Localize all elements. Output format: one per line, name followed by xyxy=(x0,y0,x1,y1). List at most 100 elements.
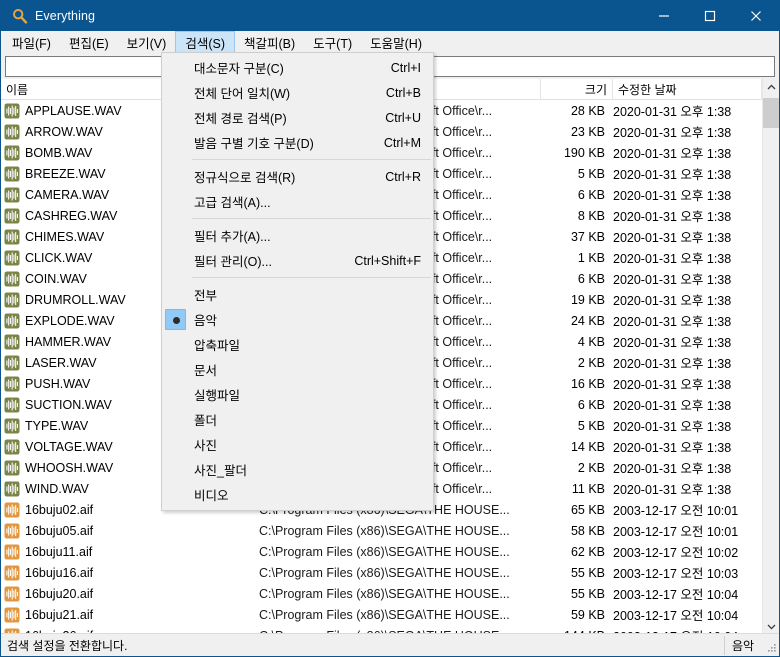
file-date-cell: 2020-01-31 오후 1:38 xyxy=(613,147,732,161)
maximize-button[interactable] xyxy=(687,1,733,31)
table-row[interactable]: 16buju21.aif C:\Program Files (x86)\SEGA\… xyxy=(1,604,779,625)
file-size-cell: 6 KB xyxy=(577,187,605,202)
menu-item[interactable]: 필터 추가(A)... xyxy=(162,223,433,248)
menu-help[interactable]: 도움말(H) xyxy=(361,31,431,53)
aif-audio-icon xyxy=(4,523,20,539)
file-name-label: 16buju16.aif xyxy=(25,565,94,580)
table-row[interactable]: 16buju11.aif C:\Program Files (x86)\SEGA\… xyxy=(1,541,779,562)
file-size-cell: 55 KB xyxy=(570,565,605,580)
menu-tools[interactable]: 도구(T) xyxy=(304,31,361,53)
file-path-cell: C:\Program Files (x86)\SEGA\THE HOUSE... xyxy=(259,523,510,538)
menu-item[interactable]: 실행파일 xyxy=(162,382,433,407)
search-menu-dropdown[interactable]: 대소문자 구분(C) Ctrl+I 전체 단어 일치(W) Ctrl+B 전체 경로 검… xyxy=(161,52,434,511)
file-name-cell[interactable]: 16buju20.aif xyxy=(4,583,249,604)
file-size-cell: 6 KB xyxy=(577,271,605,286)
menu-item-label: 전체 경로 검색(P) xyxy=(194,112,287,126)
file-name-cell[interactable]: 16buju21.aif xyxy=(4,604,249,625)
menu-item[interactable]: 전부 xyxy=(162,282,433,307)
file-date-cell: 2003-12-17 오전 10:04 xyxy=(613,588,739,602)
menu-item-label: 사진_팔더 xyxy=(194,464,247,478)
file-name-label: DRUMROLL.WAV xyxy=(25,292,126,307)
wav-audio-icon xyxy=(4,397,20,413)
menu-label: 책갈피(B) xyxy=(243,36,296,51)
file-date-cell: 2003-12-17 오전 10:01 xyxy=(613,525,739,539)
file-name-label: 16buju05.aif xyxy=(25,523,94,538)
file-date-cell: 2020-01-31 오후 1:38 xyxy=(613,462,732,476)
file-size-cell: 28 KB xyxy=(570,103,605,118)
menu-label: 도구(T) xyxy=(313,36,353,51)
file-name-cell[interactable]: 16buju11.aif xyxy=(4,541,249,562)
table-row[interactable]: 16buju05.aif C:\Program Files (x86)\SEGA\… xyxy=(1,520,779,541)
file-path-cell: C:\Program Files (x86)\SEGA\THE HOUSE... xyxy=(259,544,510,559)
window-controls xyxy=(641,1,779,31)
file-name-cell[interactable]: 16buju16.aif xyxy=(4,562,249,583)
menu-item-label: 사진 xyxy=(194,439,218,453)
file-size-cell: 59 KB xyxy=(570,607,605,622)
menu-item-shortcut: Ctrl+Shift+F xyxy=(354,253,421,268)
menu-file[interactable]: 파일(F) xyxy=(3,31,60,53)
file-name-label: 16buju11.aif xyxy=(25,544,93,559)
radio-empty-icon xyxy=(165,284,186,305)
resize-grip-icon[interactable] xyxy=(765,642,777,654)
status-filter: 음악 xyxy=(732,639,755,653)
radio-empty-icon xyxy=(165,250,186,271)
minimize-button[interactable] xyxy=(641,1,687,31)
file-date-cell: 2020-01-31 오후 1:38 xyxy=(613,231,732,245)
menu-item[interactable]: 폴더 xyxy=(162,407,433,432)
vertical-scrollbar[interactable] xyxy=(762,79,779,635)
menu-item-label: 필터 추가(A)... xyxy=(194,230,271,244)
table-row[interactable]: 16buju20.aif C:\Program Files (x86)\SEGA\… xyxy=(1,583,779,604)
file-size-cell: 190 KB xyxy=(563,145,605,160)
radio-empty-icon xyxy=(165,57,186,78)
menu-item[interactable]: 고급 검색(A)... xyxy=(162,189,433,214)
menu-item[interactable]: 발음 구별 기호 구분(D) Ctrl+M xyxy=(162,130,433,155)
file-date-cell: 2020-01-31 오후 1:38 xyxy=(613,126,732,140)
file-size-cell: 24 KB xyxy=(570,313,605,328)
menu-item-label: 대소문자 구분(C) xyxy=(194,62,284,76)
menu-item[interactable]: 사진_팔더 xyxy=(162,457,433,482)
wav-audio-icon xyxy=(4,460,20,476)
menu-edit[interactable]: 편집(E) xyxy=(60,31,118,53)
scrollbar-thumb[interactable] xyxy=(763,98,779,128)
scroll-up-icon[interactable] xyxy=(763,79,779,96)
menu-item[interactable]: 압축파일 xyxy=(162,332,433,357)
file-name-label: CHIMES.WAV xyxy=(25,229,105,244)
radio-empty-icon xyxy=(165,409,186,430)
menu-item-shortcut: Ctrl+U xyxy=(385,110,421,125)
menu-view[interactable]: 보기(V) xyxy=(118,31,176,53)
menu-item[interactable]: 음악 xyxy=(162,307,433,332)
menu-item[interactable]: 비디오 xyxy=(162,482,433,507)
menu-search[interactable]: 검색(S) xyxy=(175,31,235,53)
file-name-label: VOLTAGE.WAV xyxy=(25,439,113,454)
menu-item[interactable]: 대소문자 구분(C) Ctrl+I xyxy=(162,55,433,80)
menu-separator xyxy=(192,159,431,160)
menu-item[interactable]: 문서 xyxy=(162,357,433,382)
menu-item[interactable]: 필터 관리(O)... Ctrl+Shift+F xyxy=(162,248,433,273)
menu-label: 편집(E) xyxy=(68,36,109,51)
radio-selected-icon xyxy=(165,309,186,330)
menu-item-shortcut: Ctrl+B xyxy=(385,85,421,100)
menu-item[interactable]: 사진 xyxy=(162,432,433,457)
menu-item-label: 전체 단어 일치(W) xyxy=(194,87,291,101)
wav-audio-icon xyxy=(4,166,20,182)
menu-item[interactable]: 전체 경로 검색(P) Ctrl+U xyxy=(162,105,433,130)
file-size-cell: 5 KB xyxy=(577,166,605,181)
table-row[interactable]: 16buju16.aif C:\Program Files (x86)\SEGA\… xyxy=(1,562,779,583)
menu-bookmark[interactable]: 책갈피(B) xyxy=(235,31,304,53)
title-bar: Everything xyxy=(1,1,779,31)
menu-separator xyxy=(192,218,431,219)
column-header-2[interactable]: 크기 xyxy=(541,79,613,100)
menu-item-label: 필터 관리(O)... xyxy=(194,255,272,269)
column-header-3[interactable]: 수정한 날짜 xyxy=(613,79,762,100)
close-button[interactable] xyxy=(733,1,779,31)
menu-item[interactable]: 정규식으로 검색(R) Ctrl+R xyxy=(162,164,433,189)
file-size-cell: 23 KB xyxy=(570,124,605,139)
file-date-cell: 2020-01-31 오후 1:38 xyxy=(613,273,732,287)
wav-audio-icon xyxy=(4,229,20,245)
file-size-cell: 14 KB xyxy=(570,439,605,454)
wav-audio-icon xyxy=(4,439,20,455)
file-name-cell[interactable]: 16buju05.aif xyxy=(4,520,249,541)
radio-empty-icon xyxy=(165,459,186,480)
menu-label: 검색(S) xyxy=(185,36,225,51)
menu-item[interactable]: 전체 단어 일치(W) Ctrl+B xyxy=(162,80,433,105)
